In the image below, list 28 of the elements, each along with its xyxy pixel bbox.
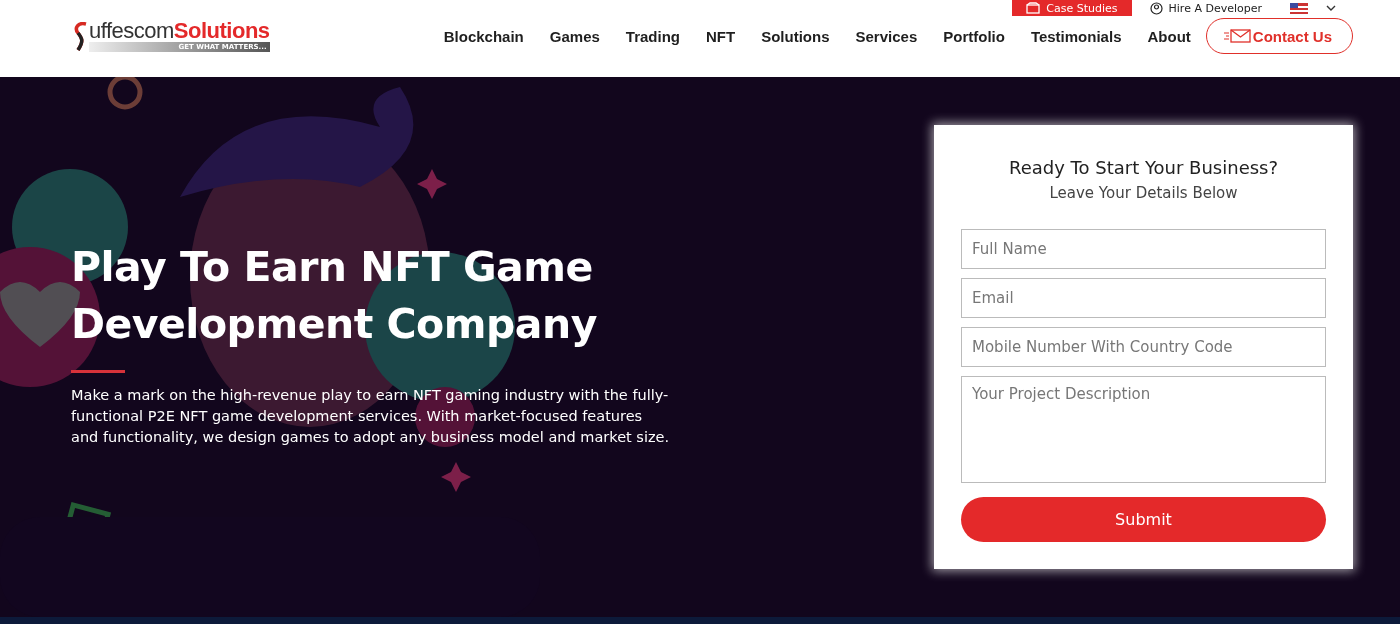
input-field[interactable]: Email (961, 278, 1326, 318)
box-icon (1026, 2, 1041, 14)
input-field[interactable]: Mobile Number With Country Code (961, 327, 1326, 367)
form-title: Ready To Start Your Business? (1008, 157, 1278, 178)
nav-link[interactable]: About (1134, 27, 1204, 45)
swoosh-icon (72, 22, 88, 52)
logo-wordmark: uffescom (89, 18, 174, 43)
nav-link[interactable]: Services (842, 27, 931, 45)
case-studies-link[interactable]: Case Studies (1012, 0, 1132, 16)
nav-link[interactable]: NFT (693, 27, 749, 45)
caret-icon[interactable] (1326, 5, 1336, 11)
person-icon (1149, 1, 1163, 15)
nav-link[interactable]: Testimonials (1017, 27, 1135, 45)
description-field[interactable]: Your Project Description (961, 376, 1326, 483)
nav-link[interactable]: Games (536, 27, 613, 45)
contact-us-button[interactable]: Contact Us (1205, 18, 1353, 54)
form-subtitle: Leave Your Details Below (1049, 184, 1238, 202)
submit-button[interactable]: Submit (961, 497, 1326, 542)
nav-link[interactable]: Trading (612, 27, 693, 45)
nav-link[interactable]: Solutions (748, 27, 843, 45)
top-bar-link[interactable]: Hire A Developer (1149, 1, 1262, 15)
nav-link[interactable]: Blockchain (430, 27, 537, 45)
logo-wordmark-accent: Solutions (173, 18, 270, 43)
hero-heading: Play To Earn NFT Game Development Company (71, 242, 598, 350)
mail-icon (1222, 29, 1251, 43)
nav-link[interactable]: Portfolio (930, 27, 1018, 45)
hero-description: Make a mark on the high-revenue play to earn NFT gaming industry with the fully-functional P2E NFT game development services. With market-focused features and functionality, we design games to adopt any business model and market size. (71, 386, 671, 447)
input-field[interactable]: Full Name (961, 229, 1326, 269)
